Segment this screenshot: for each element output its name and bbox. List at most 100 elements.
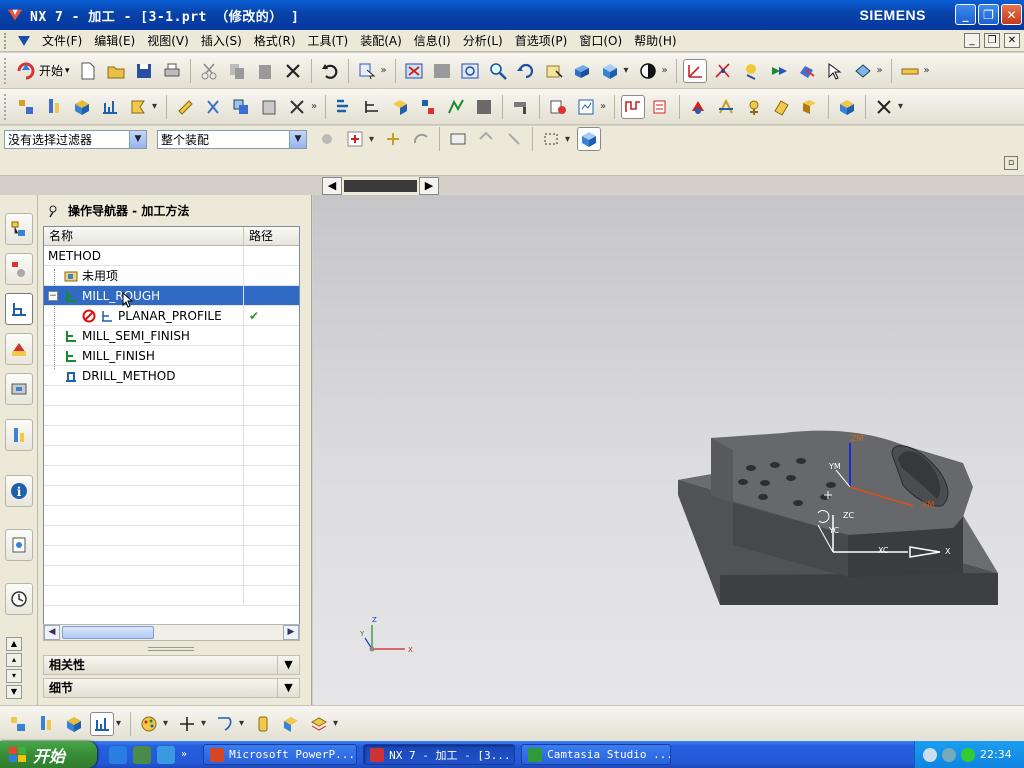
new-file-icon[interactable] [76, 59, 100, 83]
menu-analysis[interactable]: 分析(L) [457, 31, 509, 51]
nx-app-icon[interactable] [6, 6, 24, 24]
print-icon[interactable] [160, 59, 184, 83]
tree-row-mill-rough[interactable]: − MILL_ROUGH [44, 286, 299, 308]
chevron-down-icon[interactable]: ▼ [277, 679, 299, 697]
wcs-dynamics-icon[interactable] [682, 58, 707, 83]
tree-horizontal-scrollbar[interactable]: ◀ ▶ [43, 624, 300, 641]
filter-settings-icon[interactable] [315, 127, 339, 151]
scroll-up-button[interactable]: ▲ [6, 637, 22, 651]
shop-doc-icon[interactable] [546, 95, 570, 119]
select-features-icon[interactable] [474, 127, 498, 151]
machine-tool-view-icon[interactable] [360, 95, 384, 119]
machine-view-icon[interactable] [34, 712, 58, 736]
dock-restore-icon[interactable]: ▫ [1004, 156, 1018, 170]
scroll-down-button[interactable]: ▼ [6, 685, 22, 699]
menu-window[interactable]: 窗口(O) [573, 31, 628, 51]
point-on-curve-icon[interactable] [381, 127, 405, 151]
tree-row-unused[interactable]: 未用项 [44, 266, 299, 286]
toolbar-grip[interactable] [4, 57, 8, 84]
zoom-icon[interactable] [486, 59, 510, 83]
create-method-icon[interactable] [98, 95, 122, 119]
doc-restore-button[interactable]: ❐ [984, 33, 1000, 48]
tree-row-mill-finish[interactable]: MILL_FINISH [44, 346, 299, 366]
menu-edit[interactable]: 编辑(E) [88, 31, 141, 51]
rectangle-select-icon[interactable] [539, 127, 563, 151]
scroll-thumb[interactable] [62, 626, 154, 639]
machine-control-icon[interactable] [770, 95, 794, 119]
windows-start-button[interactable]: 开始 [0, 741, 97, 768]
quick-launch-more-icon[interactable]: » [181, 749, 187, 760]
create-operation-icon[interactable] [126, 95, 150, 119]
column-name-header[interactable]: 名称 [44, 227, 244, 245]
method-view-icon[interactable] [90, 711, 114, 736]
restore-button[interactable]: ❐ [978, 4, 999, 25]
scroll-right-button[interactable]: ▶ [419, 177, 439, 195]
color-palette-icon[interactable] [137, 712, 161, 736]
copy-icon[interactable] [225, 59, 249, 83]
recording-icon[interactable] [961, 747, 975, 762]
arc-center-icon[interactable] [409, 127, 433, 151]
cut-object-icon[interactable] [201, 95, 225, 119]
toolbar-grip-2[interactable] [4, 93, 8, 120]
rotate-icon[interactable] [514, 59, 538, 83]
verify-icon[interactable] [795, 59, 819, 83]
orient-view-icon[interactable] [598, 59, 622, 83]
close-toolbar-icon[interactable] [872, 95, 896, 119]
media-player-icon[interactable] [133, 745, 151, 764]
task-camtasia[interactable]: Camtasia Studio ... [521, 744, 672, 765]
dependencies-section[interactable]: 相关性 ▼ [43, 655, 300, 675]
graphics-window[interactable]: ZM XM YM ZC YC XC X Z Y X [313, 195, 1024, 705]
delete-icon[interactable] [281, 59, 305, 83]
display-mode-icon[interactable] [6, 712, 30, 736]
menu-insert[interactable]: 插入(S) [195, 31, 248, 51]
geometry-view-icon[interactable] [62, 712, 86, 736]
display-mode-icon[interactable] [636, 59, 660, 83]
column-path-header[interactable]: 路径 [244, 227, 273, 245]
save-icon[interactable] [132, 59, 156, 83]
method-view-icon[interactable] [416, 95, 440, 119]
simulate-machine-icon[interactable] [714, 95, 738, 119]
doc-close-button[interactable]: ✕ [1004, 33, 1020, 48]
scroll-up-step-button[interactable]: ▴ [6, 653, 22, 667]
menu-grip[interactable] [4, 32, 10, 49]
edit-object-icon[interactable] [173, 95, 197, 119]
select-command-icon[interactable] [355, 59, 379, 83]
measure-icon[interactable] [898, 59, 922, 83]
menu-format[interactable]: 格式(R) [248, 31, 302, 51]
close-button[interactable]: ✕ [1001, 4, 1022, 25]
gouge-check-icon[interactable] [742, 95, 766, 119]
menu-information[interactable]: 信息(I) [408, 31, 457, 51]
select-body-icon[interactable] [577, 127, 601, 151]
task-nx[interactable]: NX 7 - 加工 - [3... [363, 744, 516, 765]
web-browser-tab[interactable] [5, 529, 33, 561]
pointer-select-icon[interactable] [823, 59, 847, 83]
tree-row-drill-method[interactable]: DRILL_METHOD [44, 366, 299, 386]
post-process-icon[interactable] [851, 59, 875, 83]
tree-row-mill-semi-finish[interactable]: MILL_SEMI_FINISH [44, 326, 299, 346]
generate-path-icon[interactable] [444, 95, 468, 119]
output-cls-icon[interactable] [574, 95, 598, 119]
list-path-icon[interactable] [649, 95, 673, 119]
shaded-view-icon[interactable] [570, 59, 594, 83]
replay-icon[interactable] [472, 95, 496, 119]
bottle-icon[interactable] [251, 712, 275, 736]
nx-menu-icon[interactable] [16, 33, 32, 49]
menu-tools[interactable]: 工具(T) [302, 31, 355, 51]
geometry-view-icon[interactable] [388, 95, 412, 119]
scroll-right-button[interactable]: ▶ [283, 625, 299, 640]
pin-icon[interactable] [46, 204, 60, 218]
machine-tool-navigator-tab[interactable] [5, 333, 33, 365]
tree-row-method[interactable]: METHOD [44, 246, 299, 266]
delete-object-icon[interactable] [285, 95, 309, 119]
chevron-down-icon[interactable]: ▼ [129, 130, 146, 148]
select-all-icon[interactable] [446, 127, 470, 151]
scroll-left-button[interactable]: ◀ [44, 625, 60, 640]
create-program-icon[interactable] [14, 95, 38, 119]
tool-path-icon[interactable] [739, 59, 763, 83]
start-button[interactable]: 开始 ▾ [12, 59, 74, 83]
pan-icon[interactable] [542, 59, 566, 83]
chevron-down-icon[interactable]: ▼ [289, 130, 306, 148]
details-section[interactable]: 细节 ▼ [43, 678, 300, 698]
select-faces-icon[interactable] [502, 127, 526, 151]
zoom-fit-icon[interactable] [458, 59, 482, 83]
